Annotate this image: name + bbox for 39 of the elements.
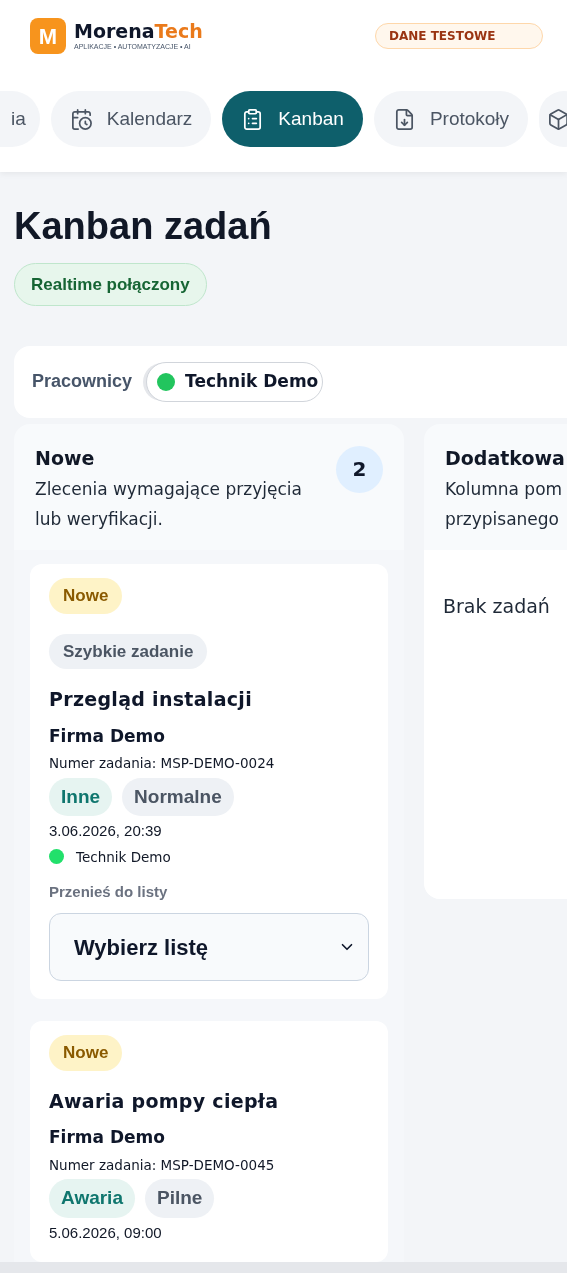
count-badge: 2 [336, 445, 383, 493]
field-label: Przenieś do listy [49, 881, 168, 902]
column-title: Dodatkowa [445, 445, 565, 471]
worker-chip[interactable]: Technik Demo [146, 361, 324, 402]
task-title: Awaria pompy ciepła [49, 1088, 279, 1114]
task-title: Przegląd instalacji [49, 687, 252, 713]
page-title: Kanban zadań [14, 204, 272, 249]
empty-message: Brak zadań [443, 594, 551, 620]
nav-tab[interactable]: ia [0, 91, 40, 147]
task-date: 5.06.2026, 09:00 [49, 1222, 162, 1243]
task-card[interactable]: Nowe Szybkie zadanie Przegląd instalacji Firma Demo Numer zadania: MSP-DEMO-0024 Inne Normalne 3.06.2026, 20:39 Technik Demo Przenieś do listy Wybierz listę [30, 564, 388, 1000]
assignee-name: Technik Demo [76, 847, 171, 867]
priority-tag: Normalne [122, 777, 234, 816]
task-number: Numer zadania: MSP-DEMO-0024 [49, 754, 275, 774]
priority-tag: Pilne [144, 1179, 215, 1218]
list-select[interactable]: Wybierz listę [49, 913, 369, 982]
nav-tab[interactable]: Kanban [222, 91, 363, 147]
column-description: Zlecenia wymagające przyjęcia [35, 478, 302, 502]
column-description: Kolumna pom [445, 478, 564, 502]
nav-tab[interactable]: Kalendarz [50, 91, 212, 147]
logo-icon: M [30, 18, 66, 54]
column-description: lub weryfikacji. [35, 508, 164, 532]
status-tag: Nowe [49, 578, 123, 614]
column-title: Nowe [35, 445, 96, 471]
client-name: Firma Demo [49, 1126, 165, 1150]
task-date: 3.06.2026, 20:39 [49, 821, 162, 841]
nav-tab[interactable]: Protokoły [373, 91, 529, 147]
brand-name: MorenaTech [74, 19, 203, 42]
column-description: przypisanego [445, 508, 560, 532]
task-type-tag: Szybkie zadanie [49, 633, 208, 670]
status-tag: Nowe [49, 1035, 123, 1071]
task-card[interactable]: Nowe Awaria pompy ciepła Firma Demo Numer zadania: MSP-DEMO-0045 Awaria Pilne 5.06.2026, 09:00 [30, 1021, 388, 1262]
workers-label: Pracownicy [32, 370, 133, 394]
category-tag: Inne [49, 777, 113, 816]
environment-badge: DANE TESTOWE [375, 23, 543, 49]
category-tag: Awaria [49, 1179, 135, 1218]
client-name: Firma Demo [49, 724, 165, 748]
realtime-status: Realtime połączony [14, 263, 207, 306]
task-number: Numer zadania: MSP-DEMO-0045 [49, 1155, 275, 1175]
